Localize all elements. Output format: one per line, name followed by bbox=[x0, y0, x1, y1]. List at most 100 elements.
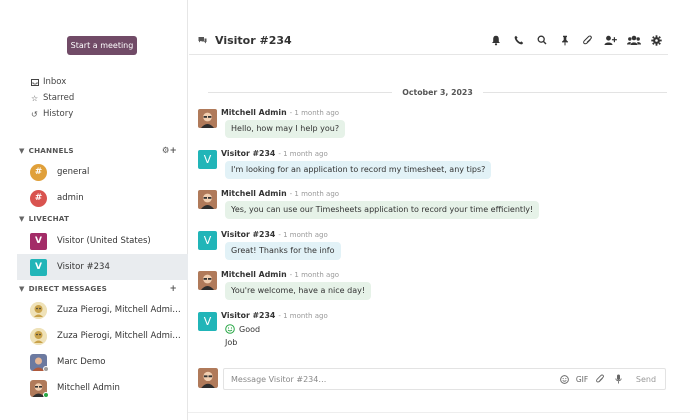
message-time: - 1 month ago bbox=[278, 231, 328, 239]
sidebar-item-label: Inbox bbox=[43, 77, 67, 87]
visitor-avatar: V bbox=[198, 312, 217, 331]
chat-bubbles-icon bbox=[198, 36, 207, 44]
visitor-avatar: V bbox=[198, 231, 217, 250]
sidebar-item-label: Zuza Pierogi, Mitchell Admin, a... bbox=[57, 305, 185, 315]
status-dot bbox=[43, 391, 49, 398]
message-time: - 1 month ago bbox=[278, 150, 328, 158]
paperclip-icon[interactable] bbox=[576, 35, 599, 46]
date-separator: October 3, 2023 bbox=[208, 85, 668, 99]
livechat-header[interactable]: ▼ LIVECHAT bbox=[19, 212, 177, 225]
sidebar-item-label: admin bbox=[57, 193, 84, 203]
message-input[interactable]: Message Visitor #234… GIF Send bbox=[223, 368, 666, 390]
sidebar-item-label: Visitor #234 bbox=[57, 262, 110, 272]
message-bubble: Great! Thanks for the info bbox=[225, 242, 341, 260]
microphone-icon[interactable] bbox=[609, 374, 627, 384]
visitor-avatar: V bbox=[30, 232, 47, 250]
pin-icon[interactable] bbox=[553, 35, 576, 46]
message-time: - 1 month ago bbox=[289, 271, 340, 279]
message-time: - 1 month ago bbox=[289, 190, 340, 198]
message-bubble: You're welcome, have a nice day! bbox=[225, 282, 372, 300]
chevron-down-icon: ▼ bbox=[19, 214, 25, 223]
chevron-down-icon: ▼ bbox=[19, 284, 25, 293]
status-dot bbox=[43, 365, 49, 372]
rating-label: Good bbox=[239, 324, 261, 334]
thread-header: Visitor #234 bbox=[189, 26, 668, 55]
sidebar-item-general[interactable]: # general bbox=[17, 159, 188, 185]
inbox-icon bbox=[31, 78, 43, 86]
group-avatar bbox=[30, 327, 47, 345]
avatar bbox=[198, 271, 217, 290]
sidebar-item-label: Marc Demo bbox=[57, 357, 106, 367]
message-time: - 1 month ago bbox=[289, 109, 340, 117]
paperclip-icon[interactable] bbox=[591, 374, 609, 384]
channels-header-label: CHANNELS bbox=[28, 146, 74, 155]
message-text: Job bbox=[225, 338, 238, 347]
gear-icon[interactable]: ⚙ bbox=[162, 146, 170, 156]
message-author: Visitor #234 bbox=[221, 311, 276, 320]
start-meeting-button[interactable]: Start a meeting bbox=[67, 36, 137, 55]
sidebar-item-visitor-234[interactable]: V Visitor #234 bbox=[17, 254, 188, 280]
send-button[interactable]: Send bbox=[627, 375, 665, 384]
avatar bbox=[198, 109, 217, 128]
sidebar-item-mitchell-admin[interactable]: Mitchell Admin bbox=[17, 375, 188, 401]
smile-icon bbox=[225, 324, 235, 334]
sidebar-item-label: Zuza Pierogi, Mitchell Admin, a... bbox=[57, 331, 185, 341]
message-author: Mitchell Admin bbox=[221, 108, 287, 117]
star-icon: ☆ bbox=[31, 93, 39, 103]
message-author: Mitchell Admin bbox=[221, 270, 287, 279]
phone-icon[interactable] bbox=[507, 35, 530, 45]
add-dm-icon[interactable]: + bbox=[170, 284, 177, 294]
add-user-icon[interactable] bbox=[599, 35, 622, 46]
members-icon[interactable] bbox=[622, 35, 645, 46]
divider bbox=[188, 412, 690, 413]
visitor-avatar: V bbox=[198, 150, 217, 169]
message-bubble: Yes, you can use our Timesheets applicat… bbox=[225, 201, 540, 219]
avatar bbox=[30, 353, 49, 372]
sidebar-item-starred[interactable]: ☆ Starred bbox=[31, 91, 74, 105]
sidebar-item-inbox[interactable]: Inbox bbox=[31, 75, 66, 89]
sidebar: Start a meeting Inbox ☆ Starred ↺ Histor… bbox=[0, 0, 188, 420]
message-author: Visitor #234 bbox=[221, 149, 276, 158]
add-channel-icon[interactable]: + bbox=[170, 146, 177, 156]
gear-icon[interactable] bbox=[645, 34, 668, 46]
message-input-placeholder: Message Visitor #234… bbox=[231, 374, 327, 384]
livechat-header-label: LIVECHAT bbox=[28, 214, 70, 223]
sidebar-item-visitor-us[interactable]: V Visitor (United States) bbox=[17, 228, 188, 254]
sidebar-item-dm-group[interactable]: Zuza Pierogi, Mitchell Admin, a... bbox=[17, 297, 188, 323]
direct-messages-header-label: DIRECT MESSAGES bbox=[28, 284, 107, 293]
history-icon: ↺ bbox=[31, 109, 38, 119]
message-author: Mitchell Admin bbox=[221, 189, 287, 198]
sidebar-item-admin[interactable]: # admin bbox=[17, 185, 188, 211]
avatar bbox=[198, 368, 218, 388]
visitor-avatar: V bbox=[30, 258, 47, 276]
header-actions bbox=[484, 34, 668, 46]
gif-button[interactable]: GIF bbox=[573, 375, 591, 384]
sidebar-item-label: Visitor (United States) bbox=[57, 236, 151, 246]
sidebar-item-history[interactable]: ↺ History bbox=[31, 107, 73, 121]
chevron-down-icon: ▼ bbox=[19, 146, 25, 155]
divider bbox=[208, 91, 393, 93]
date-label: October 3, 2023 bbox=[402, 87, 473, 97]
search-icon[interactable] bbox=[530, 35, 553, 45]
hashtag-icon: # bbox=[30, 163, 47, 181]
hashtag-icon: # bbox=[30, 189, 47, 207]
sidebar-item-label: Mitchell Admin bbox=[57, 383, 120, 393]
sidebar-item-marc-demo[interactable]: Marc Demo bbox=[17, 349, 188, 375]
group-avatar bbox=[30, 301, 47, 319]
sidebar-item-label: general bbox=[57, 167, 90, 177]
thread-title: Visitor #234 bbox=[215, 33, 292, 47]
direct-messages-header[interactable]: ▼ DIRECT MESSAGES + bbox=[19, 282, 177, 295]
rating-line: Good bbox=[225, 324, 260, 334]
message-author: Visitor #234 bbox=[221, 230, 276, 239]
channels-header[interactable]: ▼ CHANNELS ⚙+ bbox=[19, 144, 177, 157]
emoji-icon[interactable] bbox=[555, 374, 573, 384]
bell-icon[interactable] bbox=[484, 35, 507, 46]
message-time: - 1 month ago bbox=[278, 312, 328, 320]
avatar bbox=[30, 379, 49, 398]
message-bubble: I'm looking for an application to record… bbox=[225, 161, 492, 179]
avatar bbox=[198, 190, 217, 209]
sidebar-item-dm-group[interactable]: Zuza Pierogi, Mitchell Admin, a... bbox=[17, 323, 188, 349]
composer: Message Visitor #234… GIF Send bbox=[198, 368, 668, 390]
divider bbox=[482, 91, 668, 93]
sidebar-item-label: Starred bbox=[43, 93, 75, 103]
